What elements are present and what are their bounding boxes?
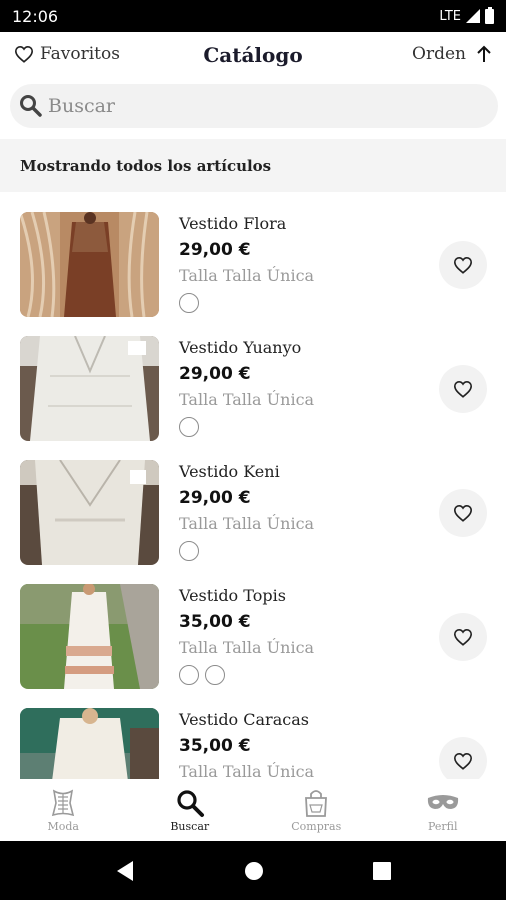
- battery-icon: [485, 6, 494, 24]
- filter-status-text: Mostrando todos los artículos: [20, 156, 272, 175]
- product-image: [20, 336, 159, 441]
- product-image: [20, 708, 159, 779]
- system-navigation-bar: [0, 841, 506, 900]
- home-icon[interactable]: [244, 861, 264, 881]
- arrow-up-icon: [477, 45, 491, 62]
- favorite-toggle-button[interactable]: [439, 613, 487, 661]
- product-name: Vestido Flora: [179, 214, 287, 233]
- product-size: Talla Talla Única: [179, 638, 315, 657]
- sort-button[interactable]: Orden: [412, 44, 492, 64]
- nav-tab-perfil[interactable]: Perfil: [380, 779, 506, 841]
- signal-icon: [466, 9, 480, 23]
- product-price: 35,00 €: [179, 612, 251, 632]
- product-item[interactable]: Vestido Caracas 35,00 € Talla Talla Únic…: [0, 688, 506, 779]
- product-price: 29,00 €: [179, 364, 251, 384]
- product-image: [20, 584, 159, 689]
- product-size: Talla Talla Única: [179, 762, 315, 779]
- nav-label: Compras: [291, 820, 342, 833]
- favorite-toggle-button[interactable]: [439, 365, 487, 413]
- heart-outline-icon: [453, 380, 473, 398]
- product-image: [20, 460, 159, 565]
- heart-outline-icon: [453, 504, 473, 522]
- product-item[interactable]: Vestido Topis 35,00 € Talla Talla Única: [0, 564, 506, 689]
- color-swatch[interactable]: [179, 293, 199, 313]
- filter-band: Mostrando todos los artículos: [0, 139, 506, 192]
- nav-tab-moda[interactable]: Moda: [0, 779, 127, 841]
- product-name: Vestido Keni: [179, 462, 280, 481]
- product-image: [20, 212, 159, 317]
- mask-icon: [427, 795, 458, 809]
- favorite-toggle-button[interactable]: [439, 489, 487, 537]
- color-swatches: [179, 665, 225, 685]
- product-price: 29,00 €: [179, 488, 251, 508]
- favorite-toggle-button[interactable]: [439, 241, 487, 289]
- back-icon[interactable]: [115, 860, 135, 882]
- product-name: Vestido Topis: [179, 586, 286, 605]
- nav-label: Moda: [47, 820, 80, 833]
- product-item[interactable]: Vestido Yuanyo 29,00 € Talla Talla Única: [0, 316, 506, 441]
- product-size: Talla Talla Única: [179, 266, 315, 285]
- heart-outline-icon: [14, 45, 34, 63]
- network-label: LTE: [439, 8, 461, 24]
- search-icon: [20, 95, 42, 117]
- bottom-navigation: Moda Buscar Compras Perfil: [0, 779, 506, 841]
- color-swatches: [179, 293, 199, 313]
- color-swatches: [179, 417, 199, 437]
- nav-label: Perfil: [427, 820, 458, 833]
- app-header: Favoritos Catálogo Orden: [0, 32, 506, 82]
- status-time: 12:06: [12, 6, 59, 26]
- corset-icon: [52, 789, 75, 817]
- color-swatch[interactable]: [179, 417, 199, 437]
- product-list: Vestido Flora 29,00 € Talla Talla Única …: [0, 192, 506, 779]
- heart-outline-icon: [453, 256, 473, 274]
- status-bar: 12:06 LTE: [0, 0, 506, 32]
- nav-label: Buscar: [170, 820, 210, 833]
- page-title: Catálogo: [203, 43, 303, 67]
- nav-tab-compras[interactable]: Compras: [253, 779, 380, 841]
- favorites-button[interactable]: Favoritos: [14, 44, 120, 64]
- product-size: Talla Talla Única: [179, 514, 315, 533]
- color-swatch[interactable]: [179, 541, 199, 561]
- product-name: Vestido Caracas: [179, 710, 309, 729]
- sort-label: Orden: [412, 44, 466, 64]
- product-name: Vestido Yuanyo: [179, 338, 302, 357]
- shopping-bag-icon: [305, 790, 328, 817]
- color-swatch[interactable]: [205, 665, 225, 685]
- product-item[interactable]: Vestido Keni 29,00 € Talla Talla Única: [0, 440, 506, 565]
- favorite-toggle-button[interactable]: [439, 737, 487, 779]
- color-swatches: [179, 541, 199, 561]
- heart-outline-icon: [453, 628, 473, 646]
- product-size: Talla Talla Única: [179, 390, 315, 409]
- product-price: 35,00 €: [179, 736, 251, 756]
- product-item[interactable]: Vestido Flora 29,00 € Talla Talla Única: [0, 192, 506, 317]
- favorites-label: Favoritos: [40, 44, 120, 64]
- search-icon: [177, 790, 204, 817]
- heart-outline-icon: [453, 752, 473, 770]
- search-input[interactable]: [48, 95, 468, 117]
- status-icons: LTE: [439, 6, 494, 24]
- product-price: 29,00 €: [179, 240, 251, 260]
- nav-tab-buscar[interactable]: Buscar: [127, 779, 254, 841]
- search-bar[interactable]: [10, 84, 498, 128]
- color-swatch[interactable]: [179, 665, 199, 685]
- recents-icon[interactable]: [373, 861, 392, 880]
